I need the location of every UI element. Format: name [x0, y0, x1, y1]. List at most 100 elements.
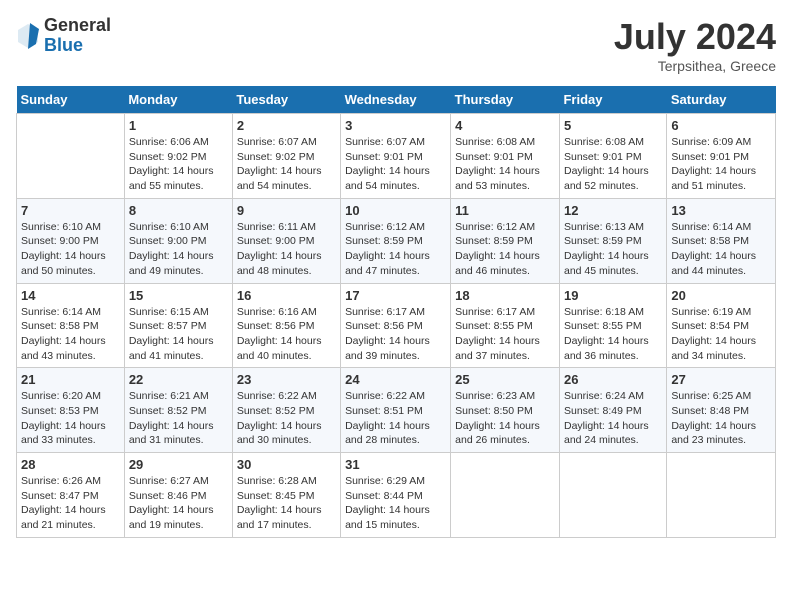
calendar-cell: 26 Sunrise: 6:24 AM Sunset: 8:49 PM Dayli… — [559, 368, 666, 453]
calendar-cell: 30 Sunrise: 6:28 AM Sunset: 8:45 PM Dayli… — [232, 453, 340, 538]
calendar-cell — [451, 453, 560, 538]
calendar-cell: 3 Sunrise: 6:07 AM Sunset: 9:01 PM Daylig… — [341, 114, 451, 199]
header-cell-sunday: Sunday — [17, 86, 125, 114]
location-subtitle: Terpsithea, Greece — [614, 58, 776, 74]
day-info: Sunrise: 6:24 AM Sunset: 8:49 PM Dayligh… — [564, 389, 662, 448]
day-info: Sunrise: 6:17 AM Sunset: 8:56 PM Dayligh… — [345, 305, 446, 364]
calendar-cell: 2 Sunrise: 6:07 AM Sunset: 9:02 PM Daylig… — [232, 114, 340, 199]
day-info: Sunrise: 6:07 AM Sunset: 9:02 PM Dayligh… — [237, 135, 336, 194]
calendar-cell: 31 Sunrise: 6:29 AM Sunset: 8:44 PM Dayli… — [341, 453, 451, 538]
calendar-cell: 6 Sunrise: 6:09 AM Sunset: 9:01 PM Daylig… — [667, 114, 776, 199]
day-number: 29 — [129, 457, 228, 472]
header-cell-saturday: Saturday — [667, 86, 776, 114]
calendar-cell: 14 Sunrise: 6:14 AM Sunset: 8:58 PM Dayli… — [17, 283, 125, 368]
day-info: Sunrise: 6:19 AM Sunset: 8:54 PM Dayligh… — [671, 305, 771, 364]
week-row-4: 28Sunrise: 6:26 AM Sunset: 8:47 PM Dayli… — [17, 453, 776, 538]
day-number: 15 — [129, 288, 228, 303]
calendar-cell: 12Sunrise: 6:13 AM Sunset: 8:59 PM Dayli… — [559, 198, 666, 283]
page-header: General Blue July 2024 Terpsithea, Greec… — [16, 16, 776, 74]
calendar-cell: 10 Sunrise: 6:12 AM Sunset: 8:59 PM Dayli… — [341, 198, 451, 283]
day-number: 21 — [21, 372, 120, 387]
calendar-cell: 19Sunrise: 6:18 AM Sunset: 8:55 PM Dayli… — [559, 283, 666, 368]
logo: General Blue — [16, 16, 111, 56]
calendar-cell: 18 Sunrise: 6:17 AM Sunset: 8:55 PM Dayli… — [451, 283, 560, 368]
day-info: Sunrise: 6:26 AM Sunset: 8:47 PM Dayligh… — [21, 474, 120, 533]
calendar-cell: 21 Sunrise: 6:20 AM Sunset: 8:53 PM Dayli… — [17, 368, 125, 453]
calendar-cell: 11 Sunrise: 6:12 AM Sunset: 8:59 PM Dayli… — [451, 198, 560, 283]
calendar-cell: 28Sunrise: 6:26 AM Sunset: 8:47 PM Dayli… — [17, 453, 125, 538]
logo-icon — [16, 22, 40, 50]
day-info: Sunrise: 6:15 AM Sunset: 8:57 PM Dayligh… — [129, 305, 228, 364]
calendar-cell: 13Sunrise: 6:14 AM Sunset: 8:58 PM Dayli… — [667, 198, 776, 283]
week-row-3: 21 Sunrise: 6:20 AM Sunset: 8:53 PM Dayli… — [17, 368, 776, 453]
day-info: Sunrise: 6:07 AM Sunset: 9:01 PM Dayligh… — [345, 135, 446, 194]
day-number: 13 — [671, 203, 771, 218]
logo-general: General — [44, 16, 111, 36]
day-info: Sunrise: 6:10 AM Sunset: 9:00 PM Dayligh… — [21, 220, 120, 279]
day-info: Sunrise: 6:20 AM Sunset: 8:53 PM Dayligh… — [21, 389, 120, 448]
day-info: Sunrise: 6:12 AM Sunset: 8:59 PM Dayligh… — [455, 220, 555, 279]
day-number: 30 — [237, 457, 336, 472]
day-info: Sunrise: 6:09 AM Sunset: 9:01 PM Dayligh… — [671, 135, 771, 194]
day-info: Sunrise: 6:08 AM Sunset: 9:01 PM Dayligh… — [564, 135, 662, 194]
calendar-cell: 23Sunrise: 6:22 AM Sunset: 8:52 PM Dayli… — [232, 368, 340, 453]
day-info: Sunrise: 6:14 AM Sunset: 8:58 PM Dayligh… — [21, 305, 120, 364]
day-number: 3 — [345, 118, 446, 133]
day-number: 20 — [671, 288, 771, 303]
calendar-cell: 25 Sunrise: 6:23 AM Sunset: 8:50 PM Dayli… — [451, 368, 560, 453]
header-cell-monday: Monday — [124, 86, 232, 114]
day-info: Sunrise: 6:16 AM Sunset: 8:56 PM Dayligh… — [237, 305, 336, 364]
header-row: SundayMondayTuesdayWednesdayThursdayFrid… — [17, 86, 776, 114]
day-number: 18 — [455, 288, 555, 303]
calendar-cell: 8 Sunrise: 6:10 AM Sunset: 9:00 PM Daylig… — [124, 198, 232, 283]
day-number: 19 — [564, 288, 662, 303]
calendar-header: SundayMondayTuesdayWednesdayThursdayFrid… — [17, 86, 776, 114]
month-title: July 2024 — [614, 16, 776, 58]
day-number: 31 — [345, 457, 446, 472]
calendar-cell: 9 Sunrise: 6:11 AM Sunset: 9:00 PM Daylig… — [232, 198, 340, 283]
day-number: 26 — [564, 372, 662, 387]
day-number: 25 — [455, 372, 555, 387]
calendar-cell: 20 Sunrise: 6:19 AM Sunset: 8:54 PM Dayli… — [667, 283, 776, 368]
calendar-cell: 4 Sunrise: 6:08 AM Sunset: 9:01 PM Daylig… — [451, 114, 560, 199]
header-cell-friday: Friday — [559, 86, 666, 114]
day-number: 10 — [345, 203, 446, 218]
day-number: 17 — [345, 288, 446, 303]
day-number: 8 — [129, 203, 228, 218]
day-info: Sunrise: 6:22 AM Sunset: 8:52 PM Dayligh… — [237, 389, 336, 448]
calendar-body: 1Sunrise: 6:06 AM Sunset: 9:02 PM Daylig… — [17, 114, 776, 538]
calendar-cell: 7 Sunrise: 6:10 AM Sunset: 9:00 PM Daylig… — [17, 198, 125, 283]
day-number: 11 — [455, 203, 555, 218]
logo-text: General Blue — [44, 16, 111, 56]
calendar-cell: 16Sunrise: 6:16 AM Sunset: 8:56 PM Dayli… — [232, 283, 340, 368]
day-number: 7 — [21, 203, 120, 218]
day-number: 4 — [455, 118, 555, 133]
day-info: Sunrise: 6:25 AM Sunset: 8:48 PM Dayligh… — [671, 389, 771, 448]
calendar-cell: 27Sunrise: 6:25 AM Sunset: 8:48 PM Dayli… — [667, 368, 776, 453]
day-info: Sunrise: 6:17 AM Sunset: 8:55 PM Dayligh… — [455, 305, 555, 364]
calendar-cell: 5 Sunrise: 6:08 AM Sunset: 9:01 PM Daylig… — [559, 114, 666, 199]
day-number: 12 — [564, 203, 662, 218]
day-info: Sunrise: 6:11 AM Sunset: 9:00 PM Dayligh… — [237, 220, 336, 279]
calendar-cell: 22Sunrise: 6:21 AM Sunset: 8:52 PM Dayli… — [124, 368, 232, 453]
day-number: 5 — [564, 118, 662, 133]
week-row-1: 7 Sunrise: 6:10 AM Sunset: 9:00 PM Daylig… — [17, 198, 776, 283]
header-cell-wednesday: Wednesday — [341, 86, 451, 114]
calendar-cell: 29Sunrise: 6:27 AM Sunset: 8:46 PM Dayli… — [124, 453, 232, 538]
day-info: Sunrise: 6:10 AM Sunset: 9:00 PM Dayligh… — [129, 220, 228, 279]
day-number: 2 — [237, 118, 336, 133]
title-block: July 2024 Terpsithea, Greece — [614, 16, 776, 74]
day-number: 22 — [129, 372, 228, 387]
day-info: Sunrise: 6:22 AM Sunset: 8:51 PM Dayligh… — [345, 389, 446, 448]
day-number: 1 — [129, 118, 228, 133]
day-info: Sunrise: 6:29 AM Sunset: 8:44 PM Dayligh… — [345, 474, 446, 533]
day-info: Sunrise: 6:08 AM Sunset: 9:01 PM Dayligh… — [455, 135, 555, 194]
calendar-table: SundayMondayTuesdayWednesdayThursdayFrid… — [16, 86, 776, 538]
day-info: Sunrise: 6:28 AM Sunset: 8:45 PM Dayligh… — [237, 474, 336, 533]
day-info: Sunrise: 6:12 AM Sunset: 8:59 PM Dayligh… — [345, 220, 446, 279]
day-number: 6 — [671, 118, 771, 133]
day-number: 14 — [21, 288, 120, 303]
day-number: 9 — [237, 203, 336, 218]
day-info: Sunrise: 6:23 AM Sunset: 8:50 PM Dayligh… — [455, 389, 555, 448]
day-number: 24 — [345, 372, 446, 387]
